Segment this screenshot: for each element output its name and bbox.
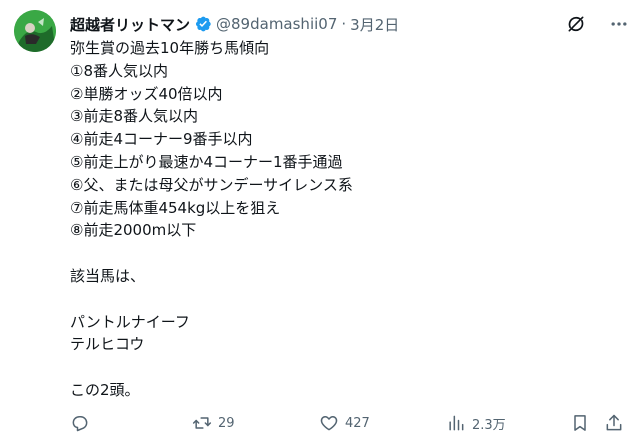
retweet-button[interactable]: 29 xyxy=(192,410,235,436)
heart-icon xyxy=(320,416,338,431)
separator-dot: · xyxy=(341,15,347,33)
share-icon xyxy=(606,414,622,431)
tweet-line: ⑥父、または母父がサンデーサイレンス系 xyxy=(70,175,353,194)
reply-button[interactable] xyxy=(70,410,96,436)
avatar[interactable] xyxy=(14,10,56,52)
tweet-line: この2頭。 xyxy=(70,380,140,399)
tweet-header: 超越者リットマン @89damashii07 · 3月2日 xyxy=(70,13,626,35)
view-count: 2.3万 xyxy=(472,417,506,433)
share-button[interactable] xyxy=(604,410,624,436)
bookmark-icon xyxy=(574,415,586,431)
grok-icon[interactable] xyxy=(566,14,586,34)
tweet-line: ⑦前走馬体重454kg以上を狙え xyxy=(70,198,281,217)
retweet-count: 29 xyxy=(218,415,235,431)
tweet-line: ⑧前走2000m以下 xyxy=(70,221,197,240)
reply-icon xyxy=(72,416,88,432)
retweet-icon xyxy=(192,417,212,429)
verified-badge-icon xyxy=(194,15,212,33)
tweet-line: ③前走8番人気以内 xyxy=(70,107,198,126)
tweet-line: ②単勝オッズ40倍以内 xyxy=(70,84,223,103)
tweet-line: パントルナイーフ xyxy=(70,312,190,331)
analytics-icon xyxy=(449,415,464,431)
tweet-line: ①8番人気以内 xyxy=(70,61,168,80)
tweet-line: 該当馬は、 xyxy=(70,266,146,285)
like-count: 427 xyxy=(345,415,370,431)
bookmark-button[interactable] xyxy=(570,410,590,436)
tweet-line: ⑤前走上がり最速か4コーナー1番手通過 xyxy=(70,152,343,171)
display-name[interactable]: 超越者リットマン xyxy=(70,14,190,35)
avatar-image xyxy=(14,10,56,52)
tweet-line: テルヒコウ xyxy=(70,335,145,354)
user-handle[interactable]: @89damashii07 xyxy=(216,15,337,33)
tweet-date[interactable]: 3月2日 xyxy=(350,14,399,35)
tweet-line: ④前走4コーナー9番手以内 xyxy=(70,130,253,149)
more-options-icon[interactable] xyxy=(608,13,630,35)
like-button[interactable]: 427 xyxy=(319,410,370,436)
tweet-line: 弥生賞の過去10年勝ち馬傾向 xyxy=(70,39,270,57)
views-button[interactable]: 2.3万 xyxy=(446,410,506,436)
action-bar: 29 427 2.3万 xyxy=(70,410,626,436)
tweet-text: 弥生賞の過去10年勝ち馬傾向 ①8番人気以内 ②単勝オッズ40倍以内 ③前走8番… xyxy=(70,37,610,402)
